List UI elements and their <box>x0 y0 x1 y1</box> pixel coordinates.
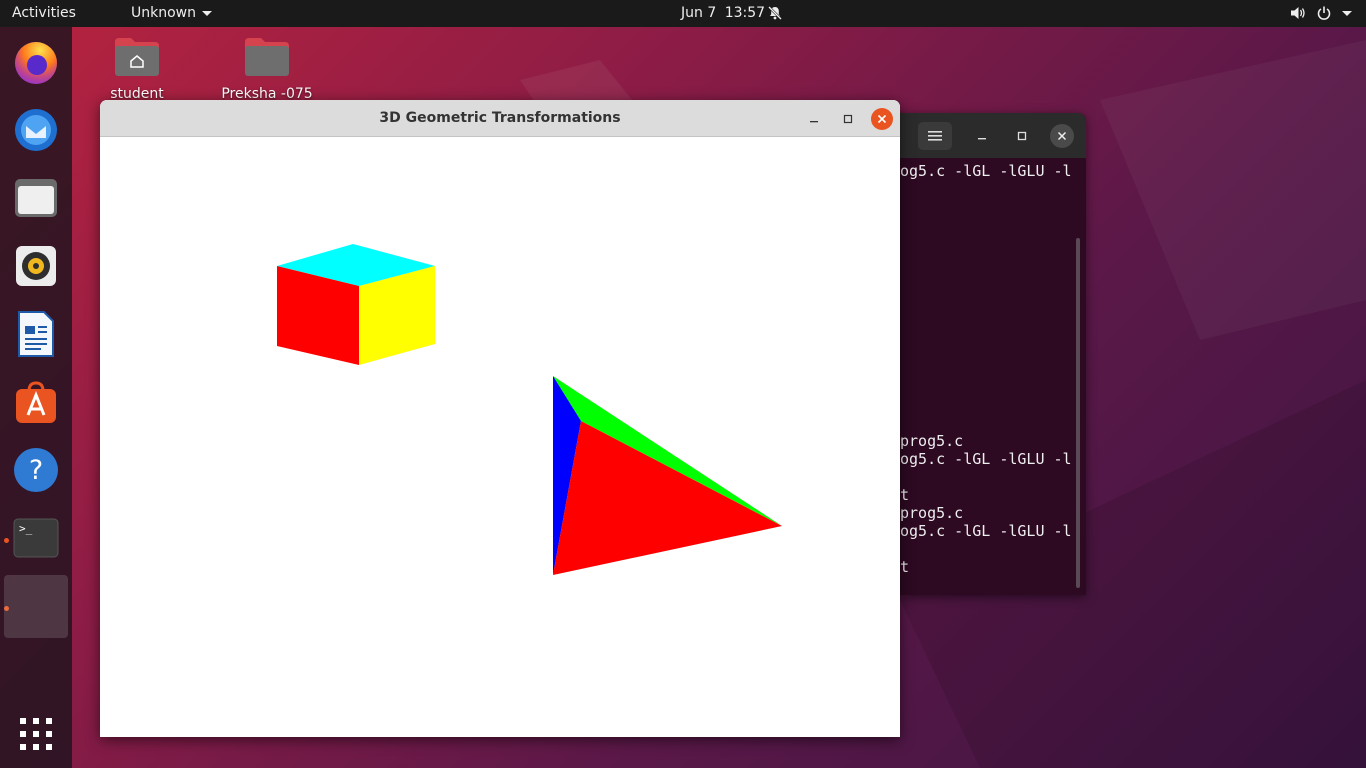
minimize-icon <box>978 138 986 140</box>
gl-window-titlebar[interactable]: 3D Geometric Transformations <box>100 100 900 137</box>
dock-rhythmbox[interactable] <box>4 234 68 298</box>
files-icon <box>15 179 57 217</box>
software-icon <box>16 381 56 423</box>
terminal-close-button[interactable] <box>1050 124 1074 148</box>
terminal-line: og5.c -lGL -lGLU -l <box>900 522 1072 540</box>
maximize-icon <box>1017 131 1027 141</box>
activities-button[interactable]: Activities <box>12 5 76 21</box>
terminal-line: og5.c -lGL -lGLU -l <box>900 450 1072 468</box>
clock-time: 13:57 <box>724 5 766 21</box>
dock-firefox[interactable] <box>4 30 68 94</box>
maximize-icon <box>843 114 853 124</box>
terminal-line: t <box>900 558 910 576</box>
terminal-line: og5.c -lGL -lGLU -l <box>900 162 1072 180</box>
help-icon: ? <box>14 448 58 492</box>
terminal-line: t <box>900 486 910 504</box>
power-icon <box>1317 6 1331 20</box>
writer-icon <box>18 311 54 357</box>
terminal-maximize-button[interactable] <box>1010 124 1034 148</box>
close-icon <box>877 114 887 124</box>
dock-gl-app[interactable] <box>4 575 68 638</box>
terminal-output[interactable]: og5.c -lGL -lGLU -l prog5.c og5.c -lGL -… <box>900 158 1086 595</box>
window-title: 3D Geometric Transformations <box>379 110 621 126</box>
terminal-line: prog5.c <box>900 432 964 450</box>
folder-icon <box>245 38 289 76</box>
terminal-window[interactable]: og5.c -lGL -lGLU -l prog5.c og5.c -lGL -… <box>870 113 1086 595</box>
dock-writer[interactable] <box>4 302 68 366</box>
minimize-icon <box>810 121 818 123</box>
cube <box>277 244 435 365</box>
dock: ? >_ <box>0 27 72 768</box>
maximize-button[interactable] <box>837 108 859 130</box>
clock[interactable]: Jun 7 13:57 <box>681 5 769 21</box>
svg-text:>_: >_ <box>19 522 33 535</box>
minimize-button[interactable] <box>803 108 825 130</box>
terminal-header <box>870 113 1086 158</box>
terminal-line: prog5.c <box>900 504 964 522</box>
rhythmbox-icon <box>16 246 56 286</box>
svg-text:?: ? <box>29 455 43 486</box>
system-tray[interactable] <box>1290 5 1352 21</box>
chevron-down-icon <box>1342 11 1352 16</box>
dock-terminal[interactable]: >_ <box>4 506 68 570</box>
terminal-scrollbar[interactable] <box>1076 238 1080 588</box>
menu-icon <box>928 131 942 141</box>
gl-canvas[interactable] <box>100 137 900 737</box>
clock-date: Jun 7 <box>681 5 717 21</box>
tetrahedron <box>553 376 782 575</box>
dock-thunderbird[interactable] <box>4 98 68 162</box>
chevron-down-icon <box>202 10 212 16</box>
gl-window[interactable]: 3D Geometric Transformations <box>100 100 900 737</box>
firefox-icon <box>15 42 57 84</box>
dock-files[interactable] <box>4 166 68 230</box>
dock-show-applications[interactable] <box>4 702 68 766</box>
close-icon <box>1057 131 1067 141</box>
dock-help[interactable]: ? <box>4 438 68 502</box>
thunderbird-icon <box>15 109 57 151</box>
desktop-icon-student[interactable]: student <box>82 36 192 102</box>
home-folder-icon <box>115 38 159 76</box>
app-menu[interactable]: Unknown <box>131 5 212 21</box>
top-bar: Activities Unknown Jun 7 13:57 <box>0 0 1366 27</box>
desktop-icon-preksha[interactable]: Preksha -075 <box>212 36 322 102</box>
hamburger-menu-button[interactable] <box>918 122 952 150</box>
terminal-minimize-button[interactable] <box>970 124 994 148</box>
tetrahedron-front-face <box>553 421 782 575</box>
notifications-off-icon <box>768 6 782 20</box>
volume-icon <box>1291 7 1305 19</box>
app-grid-icon <box>20 718 52 750</box>
dock-software[interactable] <box>4 370 68 434</box>
app-menu-label: Unknown <box>131 5 196 21</box>
close-button[interactable] <box>871 108 893 130</box>
terminal-icon: >_ <box>13 518 59 558</box>
